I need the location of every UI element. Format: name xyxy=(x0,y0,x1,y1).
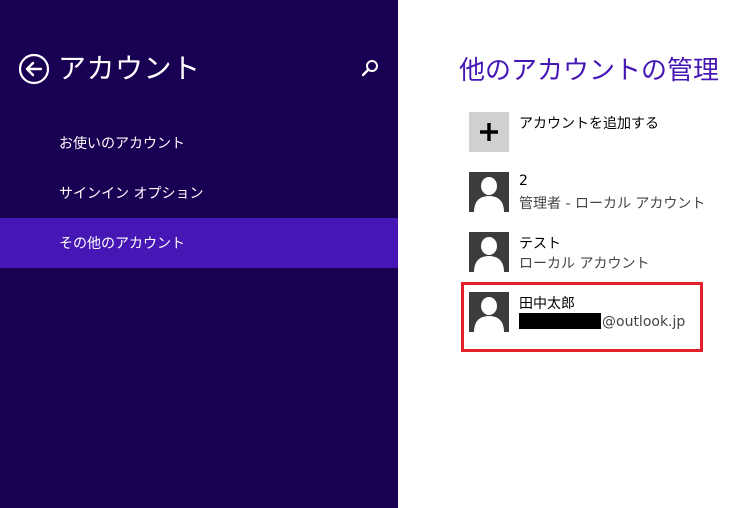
account-item[interactable]: テスト ローカル アカウント xyxy=(469,232,709,272)
plus-icon xyxy=(469,112,509,152)
user-silhouette-icon xyxy=(469,172,509,212)
add-account-label: アカウントを追加する xyxy=(519,116,659,132)
sidebar: アカウント お使いのアカウント サインイン オプション その他のアカウント xyxy=(0,0,398,508)
account-email-domain: @outlook.jp xyxy=(602,314,686,330)
nav-item-sign-in-options[interactable]: サインイン オプション xyxy=(0,168,398,218)
account-detail: ローカル アカウント xyxy=(519,256,650,272)
account-name: テスト xyxy=(519,236,561,252)
section-title: 他のアカウントの管理 xyxy=(459,56,720,86)
user-silhouette-icon xyxy=(469,292,509,332)
add-account-button[interactable]: アカウントを追加する xyxy=(469,112,709,152)
page-title: アカウント xyxy=(58,52,201,85)
account-detail: 管理者 - ローカル アカウント xyxy=(519,196,706,212)
account-item[interactable]: 2 管理者 - ローカル アカウント xyxy=(469,172,709,212)
nav-item-other-accounts[interactable]: その他のアカウント xyxy=(0,218,398,268)
nav-item-label: お使いのアカウント xyxy=(59,136,185,152)
account-item[interactable]: 田中太郎 @outlook.jp xyxy=(469,292,709,332)
nav-item-label: サインイン オプション xyxy=(59,186,204,202)
nav-item-label: その他のアカウント xyxy=(59,236,185,252)
nav-item-your-account[interactable]: お使いのアカウント xyxy=(0,118,398,168)
search-icon[interactable] xyxy=(360,58,380,78)
redacted-block xyxy=(519,313,601,329)
account-name: 2 xyxy=(519,173,528,189)
user-silhouette-icon xyxy=(469,232,509,272)
back-arrow-icon[interactable] xyxy=(18,53,50,85)
account-name: 田中太郎 xyxy=(519,296,575,312)
account-detail: @outlook.jp xyxy=(519,313,685,330)
